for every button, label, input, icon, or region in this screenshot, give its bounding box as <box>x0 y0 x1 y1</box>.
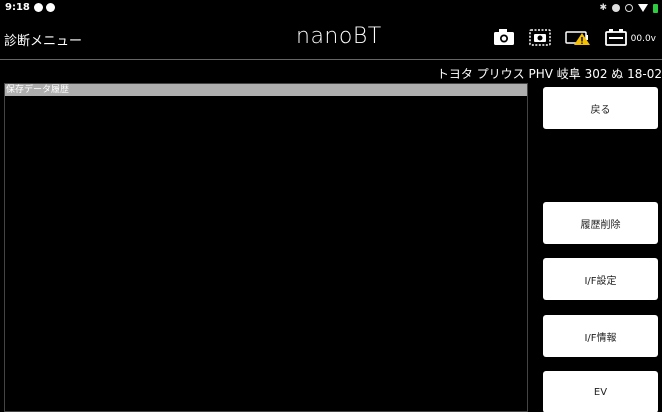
status-notification-icons <box>34 3 55 12</box>
app-header: 診断メニュー nanoBT 00.0v <box>0 16 662 59</box>
battery-icon[interactable] <box>604 28 627 50</box>
battery-status-icon <box>653 3 658 13</box>
back-button[interactable]: 戻る <box>543 87 658 129</box>
status-system-icons: ✱ <box>599 3 658 13</box>
history-header: 保存データ履歴 <box>5 84 527 96</box>
if-settings-button[interactable]: I/F設定 <box>543 258 658 300</box>
notification-icon <box>34 3 43 12</box>
wifi-icon <box>638 4 648 12</box>
status-time: 9:18 <box>5 2 30 13</box>
if-info-button[interactable]: I/F情報 <box>543 315 658 357</box>
delete-history-button[interactable]: 履歴削除 <box>543 202 658 244</box>
voltage-readout: 00.0v <box>630 34 656 44</box>
header-divider <box>0 59 662 60</box>
ev-button[interactable]: EV <box>543 371 658 412</box>
brand-logo: nanoBT <box>296 24 382 49</box>
app-screen: 9:18 ✱ 診断メニュー nanoBT 00.0v トヨタ プリウス PHV … <box>0 0 662 412</box>
page-title: 診断メニュー <box>4 34 83 49</box>
dnd-icon <box>625 4 633 12</box>
data-saver-icon <box>612 4 620 12</box>
saved-data-history-panel[interactable]: 保存データ履歴 <box>4 83 528 412</box>
status-bar: 9:18 ✱ <box>0 0 662 16</box>
header-icons: 00.0v <box>493 28 656 50</box>
vehicle-name: トヨタ プリウス PHV 岐阜 302 ぬ 18-02 <box>436 67 662 81</box>
bluetooth-icon: ✱ <box>599 3 607 13</box>
battery-warning-icon[interactable] <box>564 28 591 50</box>
screenshot-camera-icon[interactable] <box>528 28 551 50</box>
camera-icon[interactable] <box>493 28 515 50</box>
alert-icon <box>46 3 55 12</box>
